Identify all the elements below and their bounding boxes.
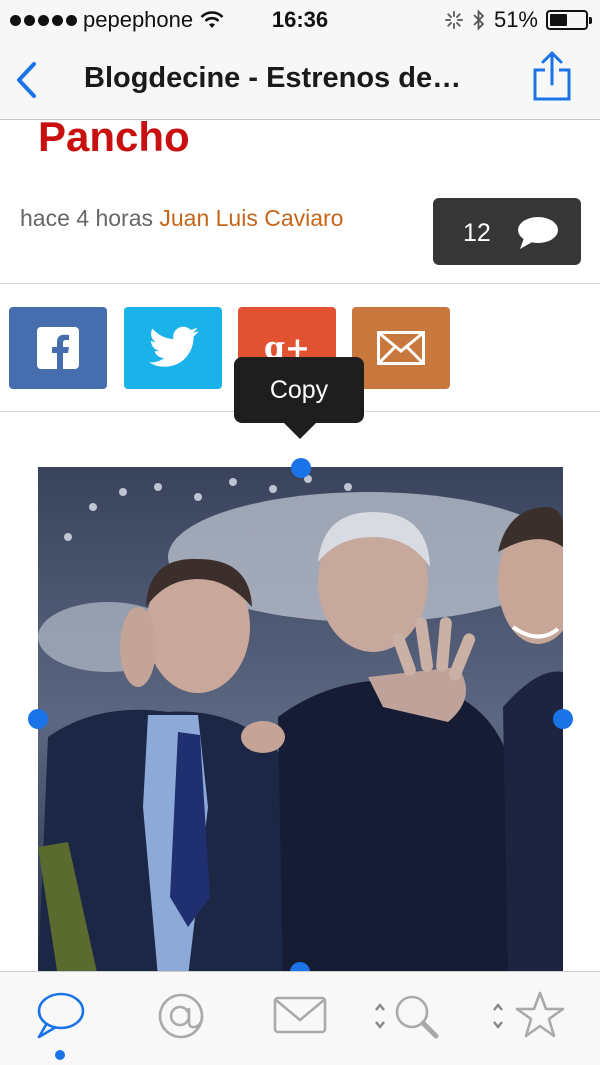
- divider: [0, 283, 600, 284]
- selection-handle-top[interactable]: [291, 458, 311, 478]
- comment-count: 12: [463, 219, 491, 247]
- bluetooth-icon: [473, 9, 485, 31]
- activity-spinner-icon: [444, 11, 463, 29]
- article-meta: hace 4 horas Juan Luis Caviaro: [20, 205, 343, 232]
- comments-button[interactable]: 12: [433, 198, 581, 265]
- battery-fill: [550, 14, 568, 26]
- copy-menu-button[interactable]: Copy: [234, 357, 364, 439]
- tab-mentions[interactable]: [155, 990, 207, 1047]
- tab-favorites[interactable]: [490, 990, 566, 1047]
- twitter-bird-icon: [149, 326, 199, 367]
- battery-percent: 51%: [493, 7, 538, 32]
- selection-handle-left[interactable]: [28, 709, 48, 729]
- tab-comments[interactable]: [34, 990, 86, 1047]
- tab-messages[interactable]: [273, 990, 327, 1047]
- magnifier-icon: [375, 995, 439, 1039]
- envelope-icon: [377, 331, 425, 365]
- envelope-icon: [273, 996, 327, 1034]
- article-photo[interactable]: [38, 467, 563, 971]
- chevron-left-icon: [17, 62, 36, 98]
- facebook-icon: [37, 327, 79, 369]
- star-icon: [493, 991, 565, 1038]
- tab-bar: [0, 971, 600, 1065]
- status-bar: pepephone 16:36 51%: [0, 0, 600, 40]
- twitter-share-button[interactable]: [124, 307, 222, 389]
- battery-icon: [546, 10, 592, 30]
- active-tab-indicator: [55, 1050, 65, 1060]
- share-icon: [533, 51, 571, 101]
- author-link[interactable]: Juan Luis Caviaro: [159, 205, 343, 231]
- email-share-button[interactable]: [352, 307, 450, 389]
- nav-title: Blogdecine - Estrenos de…: [84, 62, 462, 94]
- back-button[interactable]: [10, 58, 46, 102]
- share-button[interactable]: [530, 50, 574, 102]
- article-photo-image: [38, 467, 563, 971]
- status-right: 51%: [444, 7, 592, 33]
- speech-bubble-icon: [518, 217, 558, 249]
- navigation-bar: Blogdecine - Estrenos de…: [0, 40, 600, 120]
- speech-bubble-icon: [37, 992, 85, 1039]
- time-ago: hace 4 horas: [20, 205, 153, 231]
- screen: pepephone 16:36 51% Blogdecine - Estreno…: [0, 0, 600, 1065]
- facebook-share-button[interactable]: [9, 307, 107, 389]
- selection-handle-right[interactable]: [553, 709, 573, 729]
- article-title: Pancho: [38, 121, 190, 160]
- tab-search[interactable]: [372, 990, 444, 1047]
- at-sign-icon: [158, 993, 204, 1039]
- article-content: Pancho hace 4 horas Juan Luis Caviaro 12: [0, 121, 600, 971]
